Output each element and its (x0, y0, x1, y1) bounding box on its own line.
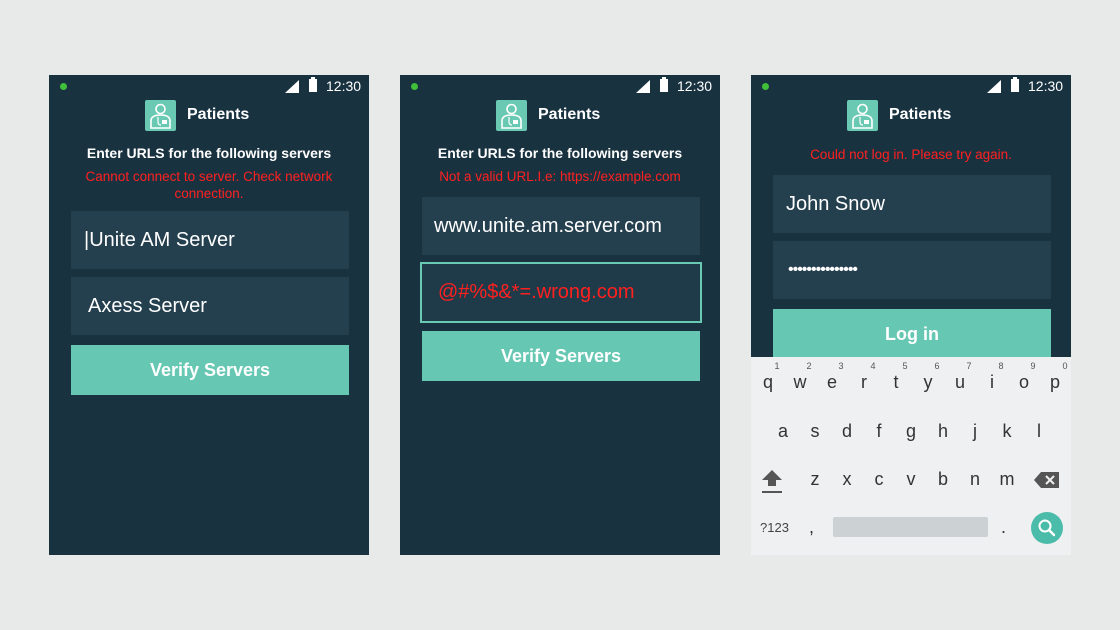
key-o[interactable]: o (1008, 372, 1040, 393)
key-t[interactable]: t (880, 372, 912, 393)
backspace-icon[interactable] (1033, 471, 1061, 489)
password-input[interactable]: ••••••••••••••• (773, 241, 1051, 299)
notification-dot (762, 83, 769, 90)
key-h[interactable]: h (927, 421, 959, 442)
shift-icon[interactable] (761, 469, 783, 495)
symbols-key[interactable]: ?123 (760, 520, 789, 535)
status-time: 12:30 (677, 78, 713, 94)
key-k[interactable]: k (991, 421, 1023, 442)
space-bar[interactable] (833, 517, 988, 537)
key-hint: 4 (870, 361, 876, 371)
status-time: 12:30 (326, 78, 362, 94)
verify-servers-button[interactable]: Verify Servers (422, 331, 700, 381)
key-hint: 1 (774, 361, 780, 371)
key-s[interactable]: s (799, 421, 831, 442)
key-i[interactable]: i (976, 372, 1008, 393)
key-m[interactable]: m (991, 469, 1023, 490)
comma-key[interactable]: , (809, 517, 814, 538)
instruction-text: Enter URLS for the following servers (437, 145, 683, 161)
username-input[interactable]: John Snow (773, 175, 1051, 233)
key-u[interactable]: u (944, 372, 976, 393)
screen-login-error: 12:30 Patients Could not log in. Please … (751, 75, 1071, 555)
error-message-line2: connection. (174, 186, 244, 201)
key-hint: 5 (902, 361, 908, 371)
key-n[interactable]: n (959, 469, 991, 490)
key-c[interactable]: c (863, 469, 895, 490)
doctor-icon (847, 100, 878, 131)
key-b[interactable]: b (927, 469, 959, 490)
doctor-icon (496, 100, 527, 131)
battery-icon (1011, 77, 1019, 92)
key-x[interactable]: x (831, 469, 863, 490)
key-hint: 2 (806, 361, 812, 371)
key-p[interactable]: p (1039, 372, 1071, 393)
key-hint: 9 (1030, 361, 1036, 371)
screen-server-connection-error: 12:30 Patients Enter URLS for the follow… (49, 75, 369, 555)
battery-icon (660, 77, 668, 92)
unite-server-input[interactable]: www.unite.am.server.com (422, 197, 700, 255)
login-button[interactable]: Log in (773, 309, 1051, 359)
error-message-line1: Cannot connect to server. Check network (85, 169, 333, 184)
soft-keyboard: 1 2 3 4 5 6 7 8 9 0 q w e r t y u i o p … (751, 357, 1071, 555)
app-title: Patients (889, 106, 952, 123)
instruction-text: Enter URLS for the following servers (86, 145, 332, 161)
key-hint: 3 (838, 361, 844, 371)
app-title: Patients (538, 106, 601, 123)
screen-invalid-url: 12:30 Patients Enter URLS for the follow… (400, 75, 720, 555)
key-y[interactable]: y (912, 372, 944, 393)
key-z[interactable]: z (799, 469, 831, 490)
signal-icon (636, 80, 650, 93)
search-icon[interactable] (1031, 512, 1063, 544)
key-f[interactable]: f (863, 421, 895, 442)
unite-server-input[interactable]: |Unite AM Server (71, 211, 349, 269)
verify-servers-button[interactable]: Verify Servers (71, 345, 349, 395)
key-g[interactable]: g (895, 421, 927, 442)
key-hint: 7 (966, 361, 972, 371)
key-d[interactable]: d (831, 421, 863, 442)
signal-icon (285, 80, 299, 93)
period-key[interactable]: . (1001, 517, 1006, 538)
key-hint: 8 (998, 361, 1004, 371)
battery-icon (309, 77, 317, 92)
axess-server-input-invalid[interactable]: @#%$&*=.wrong.com (420, 262, 702, 323)
notification-dot (60, 83, 67, 90)
key-q[interactable]: q (752, 372, 784, 393)
key-a[interactable]: a (767, 421, 799, 442)
key-l[interactable]: l (1023, 421, 1055, 442)
key-r[interactable]: r (848, 372, 880, 393)
notification-dot (411, 83, 418, 90)
axess-server-input[interactable]: Axess Server (71, 277, 349, 335)
key-v[interactable]: v (895, 469, 927, 490)
signal-icon (987, 80, 1001, 93)
login-error-message: Could not log in. Please try again. (810, 147, 1012, 162)
app-title: Patients (187, 106, 250, 123)
error-message: Not a valid URL.I.e: https://example.com (439, 169, 681, 184)
status-time: 12:30 (1028, 78, 1064, 94)
doctor-icon (145, 100, 176, 131)
key-hint: 6 (934, 361, 940, 371)
key-hint: 0 (1062, 361, 1068, 371)
key-w[interactable]: w (784, 372, 816, 393)
key-e[interactable]: e (816, 372, 848, 393)
key-j[interactable]: j (959, 421, 991, 442)
